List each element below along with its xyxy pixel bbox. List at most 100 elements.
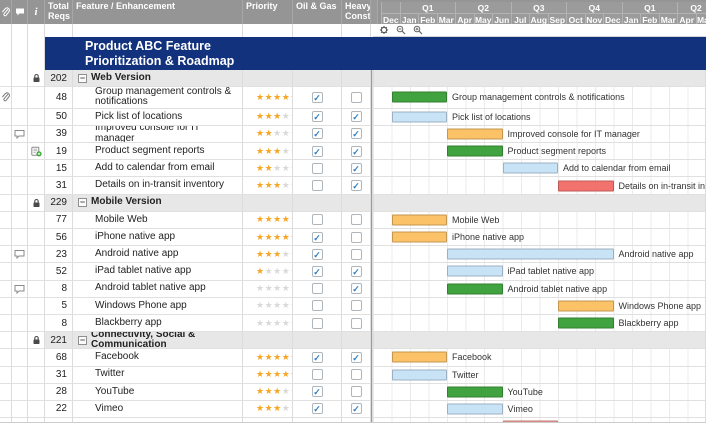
priority-star[interactable]: ★	[265, 266, 274, 277]
priority-cell[interactable]	[243, 195, 293, 212]
feature-cell[interactable]: Blackberry app	[73, 315, 243, 332]
priority-star[interactable]: ★	[265, 180, 274, 191]
comment-icon[interactable]	[14, 249, 25, 259]
heavy-const-checkbox[interactable]: ✓	[351, 283, 362, 294]
collapse-toggle[interactable]: −	[78, 336, 87, 345]
priority-star[interactable]: ★	[282, 232, 291, 243]
priority-star[interactable]: ★	[256, 232, 265, 243]
heavy-const-checkbox[interactable]: ✓	[351, 146, 362, 157]
feature-column-header[interactable]: Feature / Enhancement	[73, 0, 243, 24]
lock-icon[interactable]	[32, 73, 41, 83]
settings-gear-icon[interactable]	[379, 25, 389, 35]
feature-cell[interactable]: −Mobile Version	[73, 195, 243, 212]
total-reqs-cell[interactable]: 28	[45, 384, 73, 401]
heavy-const-checkbox[interactable]	[351, 386, 362, 397]
priority-star[interactable]: ★	[282, 111, 291, 122]
gantt-bar[interactable]	[392, 369, 448, 380]
heavy-const-checkbox[interactable]: ✓	[351, 163, 362, 174]
priority-star[interactable]: ★	[265, 163, 274, 174]
update-request-icon[interactable]	[31, 146, 42, 157]
total-reqs-cell[interactable]: 229	[45, 195, 73, 212]
gantt-bar[interactable]	[447, 403, 503, 414]
priority-star[interactable]: ★	[273, 232, 282, 243]
heavy-const-checkbox[interactable]	[351, 318, 362, 329]
feature-cell[interactable]: iPad tablet native app	[73, 263, 243, 280]
oil-gas-checkbox[interactable]	[312, 369, 323, 380]
oil-gas-checkbox[interactable]	[312, 163, 323, 174]
feature-cell[interactable]: −Connectivity, Social & Communication	[73, 332, 243, 349]
feature-cell[interactable]: Twitter	[73, 367, 243, 384]
priority-star[interactable]: ★	[273, 352, 282, 363]
gantt-bar[interactable]	[447, 386, 503, 397]
heavy-const-checkbox[interactable]: ✓	[351, 403, 362, 414]
zoom-out-icon[interactable]	[396, 25, 406, 35]
feature-cell[interactable]: Improved console for IT manager	[73, 126, 243, 143]
total-reqs-cell[interactable]: 8	[45, 281, 73, 298]
priority-star[interactable]: ★	[282, 266, 291, 277]
total-reqs-column-header[interactable]: Total Reqs	[45, 0, 73, 24]
priority-star[interactable]: ★	[265, 369, 274, 380]
feature-cell[interactable]	[73, 418, 243, 423]
oil-gas-checkbox[interactable]: ✓	[312, 403, 323, 414]
gantt-bar[interactable]	[558, 318, 614, 329]
priority-star[interactable]: ★	[256, 111, 265, 122]
priority-star[interactable]: ★	[273, 266, 282, 277]
priority-star[interactable]: ★	[273, 214, 282, 225]
comment-column-header[interactable]	[12, 0, 28, 24]
priority-star[interactable]: ★	[273, 146, 282, 157]
priority-star[interactable]: ★	[256, 92, 265, 103]
gantt-bar[interactable]	[392, 232, 448, 243]
priority-star[interactable]: ★	[273, 92, 282, 103]
priority-star[interactable]: ★	[282, 128, 291, 139]
feature-cell[interactable]: Add to calendar from email	[73, 160, 243, 177]
priority-star[interactable]: ★	[273, 163, 282, 174]
priority-star[interactable]: ★	[256, 352, 265, 363]
priority-cell[interactable]: ★★★★★	[243, 212, 293, 229]
priority-star[interactable]: ★	[282, 146, 291, 157]
priority-star[interactable]: ★	[273, 403, 282, 414]
total-reqs-cell[interactable]: 5	[45, 298, 73, 315]
feature-cell[interactable]: Android native app	[73, 246, 243, 263]
priority-star[interactable]: ★	[256, 283, 265, 294]
heavy-const-checkbox[interactable]: ✓	[351, 180, 362, 191]
gantt-bar[interactable]	[447, 249, 614, 260]
priority-cell[interactable]: ★★★★★	[243, 367, 293, 384]
heavy-const-checkbox[interactable]: ✓	[351, 128, 362, 139]
gantt-bar[interactable]	[503, 163, 559, 174]
attachment-icon[interactable]	[1, 92, 10, 103]
total-reqs-cell[interactable]: 31	[45, 367, 73, 384]
feature-cell[interactable]: Facebook	[73, 349, 243, 366]
priority-star[interactable]: ★	[273, 180, 282, 191]
oil-gas-checkbox[interactable]: ✓	[312, 111, 323, 122]
oil-gas-checkbox[interactable]: ✓	[312, 232, 323, 243]
gantt-bar[interactable]	[392, 352, 448, 363]
priority-star[interactable]: ★	[273, 300, 282, 311]
heavy-const-checkbox[interactable]	[351, 232, 362, 243]
priority-star[interactable]: ★	[256, 403, 265, 414]
collapse-toggle[interactable]: −	[78, 74, 87, 83]
total-reqs-cell[interactable]: 52	[45, 263, 73, 280]
feature-cell[interactable]: Group management controls & notification…	[73, 87, 243, 109]
total-reqs-cell[interactable]: 202	[45, 70, 73, 87]
attachment-column-header[interactable]	[0, 0, 12, 24]
priority-star[interactable]: ★	[282, 300, 291, 311]
priority-star[interactable]: ★	[265, 352, 274, 363]
oil-gas-checkbox[interactable]: ✓	[312, 92, 323, 103]
priority-star[interactable]: ★	[265, 318, 274, 329]
heavy-const-column-header[interactable]: Heavy Const	[342, 0, 371, 24]
gantt-bar[interactable]	[447, 283, 503, 294]
heavy-const-checkbox[interactable]: ✓	[351, 111, 362, 122]
lock-icon[interactable]	[32, 335, 41, 345]
priority-star[interactable]: ★	[273, 386, 282, 397]
priority-cell[interactable]: ★★★★★	[243, 177, 293, 194]
gantt-bar[interactable]	[392, 214, 448, 225]
priority-star[interactable]: ★	[265, 249, 274, 260]
priority-star[interactable]: ★	[256, 163, 265, 174]
total-reqs-cell[interactable]: 22	[45, 401, 73, 418]
gantt-bar[interactable]	[392, 111, 448, 122]
oil-gas-checkbox[interactable]	[312, 180, 323, 191]
priority-star[interactable]: ★	[256, 300, 265, 311]
heavy-const-checkbox[interactable]	[351, 249, 362, 260]
heavy-const-checkbox[interactable]	[351, 369, 362, 380]
feature-cell[interactable]: Vimeo	[73, 401, 243, 418]
